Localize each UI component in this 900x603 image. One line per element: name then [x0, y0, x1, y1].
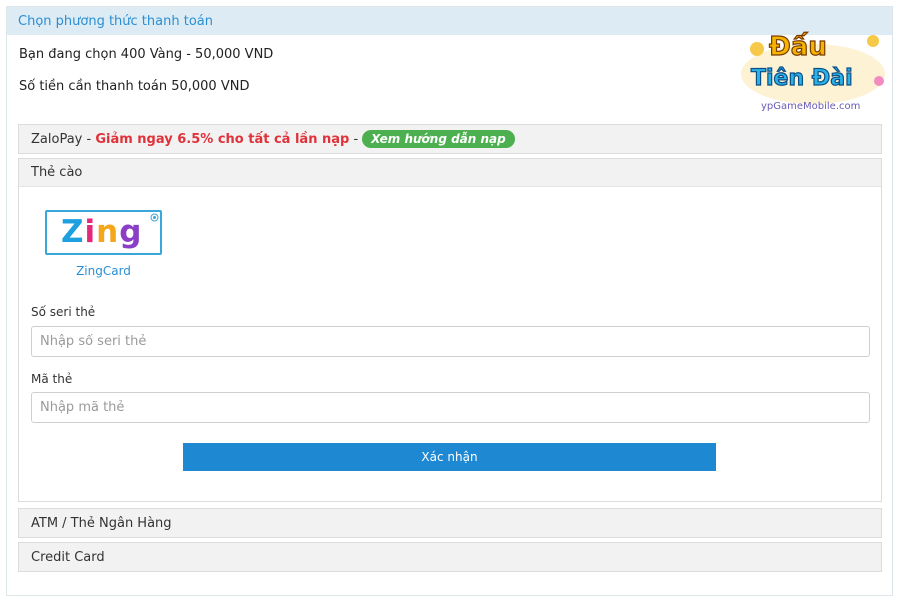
logo-site: ypGameMobile.com [761, 101, 860, 112]
serial-label: Số seri thẻ [31, 305, 96, 319]
logo-line2: Tiên Đài [751, 66, 853, 91]
zalopay-promo: Giảm ngay 6.5% cho tất cả lần nạp [95, 131, 350, 147]
pin-input[interactable] [31, 392, 870, 423]
credit-card-method[interactable]: Credit Card [18, 542, 882, 572]
page-title: Chọn phương thức thanh toán [18, 14, 213, 29]
game-logo: Đấu Tiên Đài ypGameMobile.com [733, 19, 893, 117]
zalopay-method[interactable]: ZaloPay - Giảm ngay 6.5% cho tất cả lần … [18, 124, 882, 154]
pin-label: Mã thẻ [31, 372, 73, 386]
radio-icon [150, 213, 159, 222]
card-method-header[interactable]: Thẻ cào [19, 159, 881, 187]
card-method-label: Thẻ cào [31, 165, 83, 180]
atm-method[interactable]: ATM / Thẻ Ngân Hàng [18, 508, 882, 538]
zing-logo: Zing [61, 214, 143, 250]
zingcard-label: ZingCard [76, 264, 131, 278]
selected-package-text: Bạn đang chọn 400 Vàng - 50,000 VND [19, 47, 274, 62]
serial-input[interactable] [31, 326, 870, 357]
credit-card-label: Credit Card [31, 549, 105, 565]
payment-panel: Chọn phương thức thanh toán Bạn đang chọ… [6, 6, 893, 596]
guide-button[interactable]: Xem hướng dẫn nạp [362, 130, 515, 148]
logo-line1: Đấu [769, 31, 827, 62]
zingcard-option[interactable]: Zing [45, 210, 162, 255]
zalopay-label: ZaloPay [31, 131, 83, 147]
submit-button[interactable]: Xác nhận [183, 443, 716, 471]
card-method-panel: Thẻ cào Zing ZingCard Số seri thẻ Mã thẻ… [18, 158, 882, 502]
atm-label: ATM / Thẻ Ngân Hàng [31, 515, 172, 531]
amount-text: Số tiền cần thanh toán 50,000 VND [19, 79, 250, 94]
